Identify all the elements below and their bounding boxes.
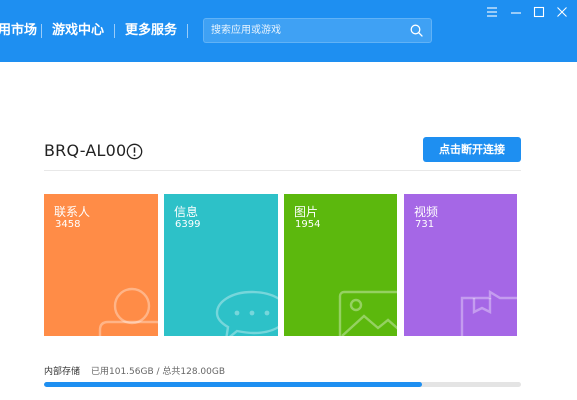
nav-app-market[interactable]: 用市场 — [0, 22, 37, 40]
app-window: 用市场 游戏中心 更多服务 搜索应用或游戏 BRQ-AL00 点击断开连接 联系… — [0, 0, 577, 400]
nav-more-services[interactable]: 更多服务 — [125, 22, 177, 40]
tile-label: 联系人 — [54, 205, 91, 219]
storage-usage-text: 已用101.56GB / 总共128.00GB — [91, 367, 226, 377]
tile-contacts[interactable]: 联系人 3458 — [44, 194, 158, 336]
search-icon[interactable] — [410, 24, 423, 37]
search-input[interactable]: 搜索应用或游戏 — [211, 19, 281, 42]
nav-divider — [41, 24, 42, 38]
storage-progress-bar — [44, 382, 521, 387]
tile-count: 3458 — [55, 219, 81, 230]
tile-count: 731 — [415, 219, 435, 230]
tile-messages[interactable]: 信息 6399 — [164, 194, 278, 336]
tile-label: 信息 — [174, 205, 199, 219]
divider — [44, 170, 521, 171]
tile-label: 视频 — [414, 205, 439, 219]
tile-images[interactable]: 图片 1954 — [284, 194, 397, 336]
tile-count: 6399 — [175, 219, 201, 230]
tile-videos[interactable]: 视频 731 — [404, 194, 517, 336]
storage-progress-fill — [44, 382, 423, 387]
storage-label: 内部存储 — [44, 367, 81, 377]
search-box[interactable]: 搜索应用或游戏 — [203, 18, 432, 43]
menu-icon[interactable] — [485, 5, 499, 19]
nav-divider — [114, 24, 115, 38]
info-icon[interactable] — [126, 143, 143, 160]
minimize-icon[interactable] — [509, 5, 523, 19]
top-nav-bar: 用市场 游戏中心 更多服务 搜索应用或游戏 — [0, 0, 577, 62]
nav-game-center[interactable]: 游戏中心 — [52, 22, 104, 40]
device-name: BRQ-AL00 — [44, 141, 127, 160]
tile-label: 图片 — [294, 205, 319, 219]
close-icon[interactable] — [555, 5, 569, 19]
disconnect-button[interactable]: 点击断开连接 — [423, 137, 521, 162]
nav-divider — [187, 24, 188, 38]
maximize-icon[interactable] — [532, 5, 546, 19]
tile-count: 1954 — [295, 219, 321, 230]
